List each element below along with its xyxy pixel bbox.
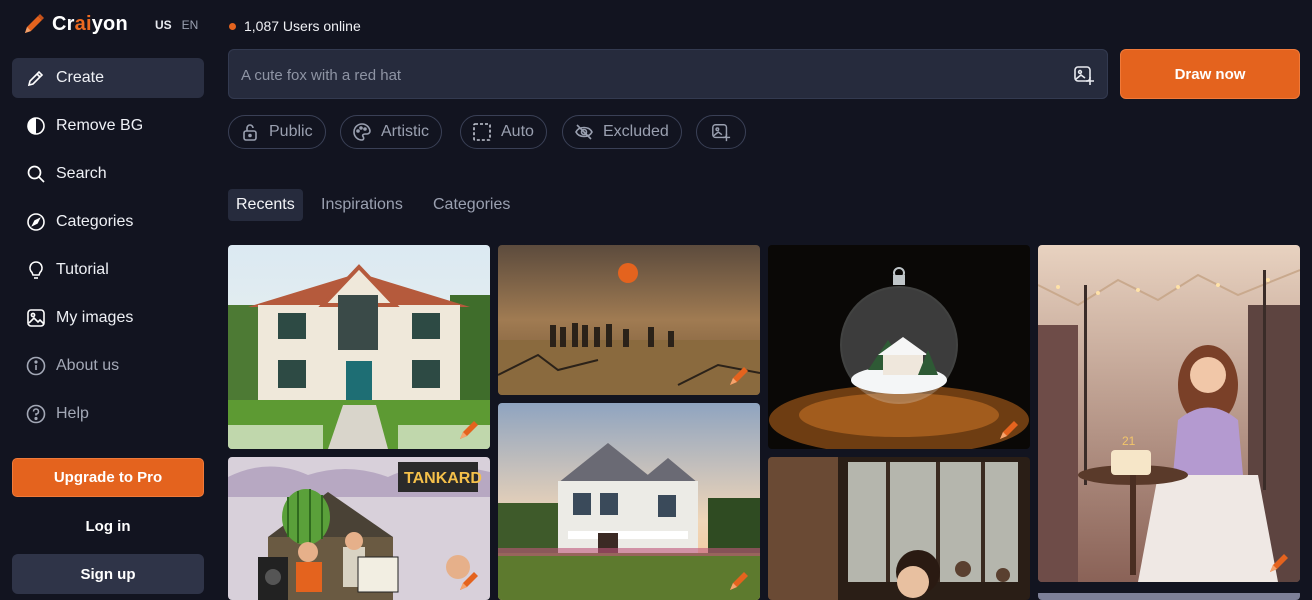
option-auto[interactable]: Auto <box>460 115 547 149</box>
eye-off-icon <box>575 124 593 140</box>
sidebar-item-label: Tutorial <box>56 261 109 278</box>
dashed-square-icon <box>473 123 491 141</box>
sidebar-item-label: My images <box>56 309 134 326</box>
sidebar-item-label: Remove BG <box>56 117 144 134</box>
sidebar-item-tutorial[interactable]: Tutorial <box>12 250 204 290</box>
image-icon <box>26 308 46 328</box>
sidebar-item-my-images[interactable]: My images <box>12 298 204 338</box>
prompt-box <box>228 49 1108 99</box>
sidebar-item-label: Categories <box>56 213 134 230</box>
info-icon <box>26 356 46 376</box>
option-excluded[interactable]: Excluded <box>562 115 682 149</box>
gallery-image <box>768 245 1030 449</box>
sidebar-item-label: Search <box>56 165 107 182</box>
search-icon <box>26 164 46 184</box>
edit-brush-icon[interactable] <box>726 568 752 594</box>
edit-brush-icon[interactable] <box>1266 550 1292 576</box>
sidebar: Craiyon US EN Create Remove BG Search Ca… <box>0 0 216 600</box>
edit-brush-icon[interactable] <box>996 417 1022 443</box>
lock-icon <box>243 124 257 141</box>
tab-recents[interactable]: Recents <box>228 189 303 221</box>
compass-icon <box>26 212 46 232</box>
upgrade-button[interactable]: Upgrade to Pro <box>12 458 204 497</box>
gallery-image <box>228 245 490 449</box>
sidebar-item-create[interactable]: Create <box>12 58 204 98</box>
image-upload-icon[interactable] <box>1073 64 1095 86</box>
prompt-input[interactable] <box>241 63 1021 87</box>
sidebar-item-remove-bg[interactable]: Remove BG <box>12 106 204 146</box>
question-icon <box>26 404 46 424</box>
gallery-tile[interactable] <box>768 245 1030 449</box>
option-label: Excluded <box>603 123 669 140</box>
sidebar-item-label: Create <box>56 69 105 86</box>
login-button[interactable]: Log in <box>12 506 204 546</box>
pencil-icon <box>26 68 46 88</box>
edit-brush-icon[interactable] <box>726 363 752 389</box>
gallery-tile[interactable] <box>228 245 490 449</box>
gallery-image: 21 <box>1038 245 1300 582</box>
lightbulb-icon <box>26 260 46 280</box>
edit-brush-icon[interactable] <box>456 417 482 443</box>
brand-logo[interactable]: Craiyon <box>22 11 128 37</box>
gallery-image <box>768 457 1030 600</box>
users-online-status: 1,087 Users online <box>229 18 361 34</box>
sidebar-item-categories[interactable]: Categories <box>12 202 204 242</box>
edit-brush-icon[interactable] <box>456 568 482 594</box>
gallery-image <box>1038 593 1300 600</box>
sidebar-item-about[interactable]: About us <box>12 346 204 386</box>
brand-name: Craiyon <box>52 12 128 35</box>
tab-inspirations[interactable]: Inspirations <box>313 189 411 221</box>
tankard-sign: TANKARD <box>404 470 482 487</box>
gallery-tile[interactable] <box>1038 590 1300 600</box>
gallery-tile[interactable] <box>498 403 760 600</box>
option-label: Public <box>269 123 313 140</box>
option-label: Auto <box>501 123 534 140</box>
online-dot-icon <box>229 22 236 30</box>
draw-now-button[interactable]: Draw now <box>1120 49 1300 99</box>
gallery-tile[interactable] <box>498 245 760 395</box>
gallery-tile[interactable]: TANKARD <box>228 457 490 600</box>
sidebar-item-label: Help <box>56 405 89 422</box>
image-add-icon <box>712 124 731 142</box>
half-circle-icon <box>26 116 46 136</box>
gallery-image: TANKARD <box>228 457 490 600</box>
gallery-image <box>498 245 760 395</box>
palette-icon <box>353 123 371 141</box>
cake-number: 21 <box>1122 434 1136 448</box>
signup-button[interactable]: Sign up <box>12 554 204 594</box>
gallery-image <box>498 403 760 600</box>
option-image-add[interactable] <box>696 115 746 149</box>
users-online-text: 1,087 Users online <box>244 18 361 34</box>
gallery-tile[interactable] <box>768 457 1030 600</box>
sidebar-item-label: About us <box>56 357 120 374</box>
region-label[interactable]: US <box>155 18 172 32</box>
tab-categories[interactable]: Categories <box>425 189 518 221</box>
option-artistic[interactable]: Artistic <box>340 115 442 149</box>
option-label: Artistic <box>381 123 429 140</box>
lang-label[interactable]: EN <box>182 18 199 32</box>
pencil-logo-icon <box>25 14 44 33</box>
sidebar-item-help[interactable]: Help <box>12 394 204 434</box>
language-switcher[interactable]: US EN <box>155 18 198 32</box>
gallery-tile[interactable]: 21 <box>1038 245 1300 582</box>
sidebar-item-search[interactable]: Search <box>12 154 204 194</box>
option-public[interactable]: Public <box>228 115 326 149</box>
